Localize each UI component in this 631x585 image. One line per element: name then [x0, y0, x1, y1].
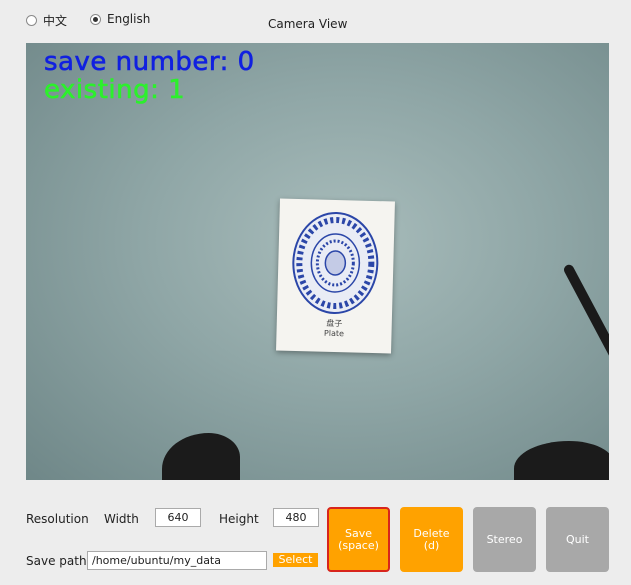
- resolution-label: Resolution: [26, 512, 89, 526]
- language-radio-chinese[interactable]: 中文: [26, 12, 67, 29]
- save-path-label: Save path: [26, 554, 87, 568]
- radio-checked-icon[interactable]: [90, 13, 101, 25]
- camera-view-title: Camera View: [268, 17, 348, 31]
- save-button[interactable]: Save (space): [327, 507, 390, 572]
- width-label: Width: [104, 512, 139, 526]
- camera-view: save number: 0 existing: 1 盘子 Plate: [26, 43, 609, 480]
- quit-button[interactable]: Quit: [546, 507, 609, 572]
- shadow-right: [514, 441, 609, 480]
- radio-icon[interactable]: [26, 15, 37, 26]
- height-label: Height: [219, 512, 259, 526]
- delete-button-label: Delete: [413, 526, 450, 540]
- shadow-left: [162, 433, 240, 480]
- language-label-chinese: 中文: [43, 14, 68, 28]
- save-button-label: Save: [344, 526, 372, 540]
- delete-button-shortcut: (d): [423, 538, 440, 552]
- delete-button[interactable]: Delete (d): [400, 507, 463, 572]
- save-button-shortcut: (space): [338, 538, 379, 552]
- existing-count-overlay: existing: 1: [44, 75, 186, 106]
- plate-box: 盘子 Plate: [276, 198, 395, 354]
- width-input[interactable]: 640: [155, 508, 201, 527]
- quit-button-label: Quit: [566, 532, 589, 546]
- stereo-button[interactable]: Stereo: [473, 507, 536, 572]
- language-radio-english[interactable]: English: [90, 12, 150, 26]
- height-input[interactable]: 480: [273, 508, 319, 527]
- stereo-button-label: Stereo: [486, 532, 523, 546]
- cable: [562, 262, 609, 379]
- save-path-input[interactable]: /home/ubuntu/my_data: [87, 551, 267, 570]
- save-number-overlay: save number: 0: [44, 47, 255, 78]
- language-label-english: English: [107, 12, 151, 26]
- select-path-button[interactable]: Select: [273, 553, 318, 567]
